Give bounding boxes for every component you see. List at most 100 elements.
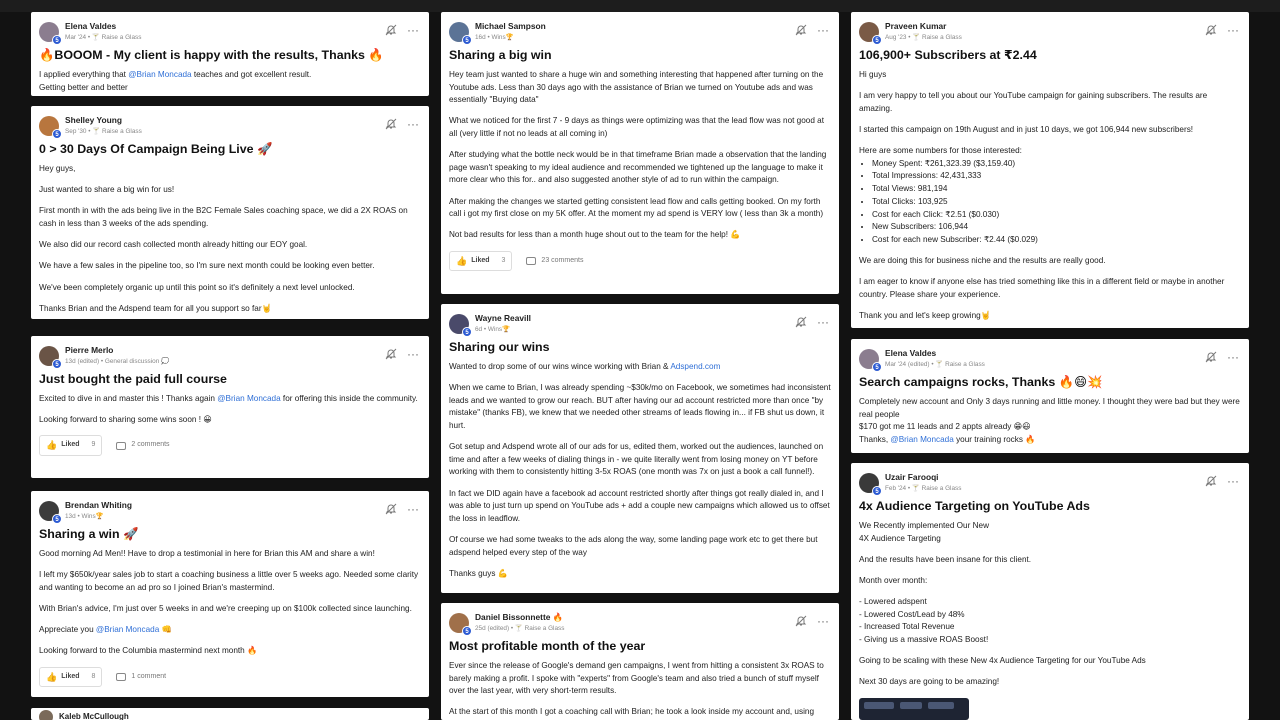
post-text: We've been completely organic up until t… [39, 282, 355, 292]
post-card-shelley[interactable]: 5 Shelley Young Sep '30 • 🍸 Raise a Glas… [31, 106, 429, 319]
author-name[interactable]: Elena Valdes [65, 21, 141, 32]
bell-icon[interactable] [385, 348, 397, 360]
more-options-icon[interactable]: ··· [407, 24, 419, 36]
more-options-icon[interactable]: ··· [817, 316, 829, 328]
avatar[interactable]: 5 [449, 314, 472, 337]
post-text: With Brian's advice, I'm just over 5 wee… [39, 603, 412, 613]
post-title[interactable]: 4x Audience Targeting on YouTube Ads [859, 499, 1241, 514]
mention-link[interactable]: @Brian Moncada [217, 394, 280, 403]
adspend-link[interactable]: Adspend.com [670, 362, 720, 371]
post-text: Wanted to drop some of our wins wince wo… [449, 361, 831, 374]
post-text: When we came to Brian, I was already spe… [449, 383, 831, 430]
bell-icon[interactable] [795, 24, 807, 36]
bell-icon[interactable] [385, 24, 397, 36]
comments-link[interactable]: 1 comment [116, 671, 166, 684]
post-card-wayne[interactable]: 5 Wayne Reavill 6d • Wins🏆 ··· Sharing o… [441, 304, 839, 593]
post-title[interactable]: Most profitable month of the year [449, 639, 831, 654]
author-name[interactable]: Michael Sampson [475, 21, 546, 32]
like-button[interactable]: 👍 Liked 9 [39, 435, 103, 456]
post-title[interactable]: Sharing our wins [449, 340, 831, 355]
text-span: Wanted to drop some of our wins wince wo… [449, 362, 671, 371]
mention-link[interactable]: @Brian Moncada [96, 625, 159, 634]
author-name[interactable]: Brendan Whiting [65, 500, 132, 511]
avatar[interactable]: 5 [39, 22, 62, 45]
bell-icon[interactable] [385, 118, 397, 130]
more-options-icon[interactable]: ··· [1227, 351, 1239, 363]
mention-link[interactable]: @Brian Moncada [890, 435, 953, 444]
mention-link[interactable]: @Brian Moncada [128, 70, 191, 79]
more-options-icon[interactable]: ··· [1227, 475, 1239, 487]
post-title[interactable]: 🔥BOOOM - My client is happy with the res… [39, 48, 421, 63]
post-text: Hey team just wanted to share a huge win… [449, 70, 824, 105]
post-text: $170 got me 11 leads and 2 appts already… [859, 422, 1031, 432]
more-options-icon[interactable]: ··· [817, 24, 829, 36]
bell-icon[interactable] [1205, 351, 1217, 363]
post-title[interactable]: Sharing a big win [449, 48, 831, 63]
author-name[interactable]: Kaleb McCullough [59, 711, 129, 720]
list-item: Money Spent: ₹261,323.39 ($3,159.40) [872, 158, 1241, 171]
text-span: Thanks, [859, 434, 891, 444]
post-card-elena-search[interactable]: 5 Elena Valdes Mar '24 (edited) • 🍸 Rais… [851, 339, 1249, 453]
post-text: 4X Audience Targeting [859, 533, 941, 543]
post-card-elena-booom[interactable]: 5 Elena Valdes Mar '24 • 🍸 Raise a Glass… [31, 12, 429, 96]
like-count[interactable]: 8 [92, 671, 96, 684]
author-name[interactable]: Uzair Farooqi [885, 472, 961, 483]
post-card-uzair[interactable]: 5 Uzair Farooqi Feb '24 • 🍸 Raise a Glas… [851, 463, 1249, 720]
avatar[interactable]: 5 [449, 613, 472, 636]
post-card-michael[interactable]: 5 Michael Sampson 16d • Wins🏆 ··· Sharin… [441, 12, 839, 294]
author-name[interactable]: Pierre Merlo [65, 345, 169, 356]
post-card-kaleb[interactable]: Kaleb McCullough [31, 708, 429, 720]
avatar[interactable] [39, 710, 53, 720]
more-options-icon[interactable]: ··· [1227, 24, 1239, 36]
avatar[interactable]: 5 [859, 349, 882, 372]
list-item: Total Clicks: 103,925 [872, 196, 1241, 209]
avatar[interactable]: 5 [39, 116, 62, 139]
stats-list: Money Spent: ₹261,323.39 ($3,159.40) Tot… [859, 158, 1241, 247]
post-text: Appreciate you @Brian Moncada 👊 [39, 624, 421, 637]
author-name[interactable]: Praveen Kumar [885, 21, 962, 32]
more-options-icon[interactable]: ··· [407, 503, 419, 515]
text-span: 👊 [159, 625, 172, 635]
post-card-praveen[interactable]: 5 Praveen Kumar Aug '23 • 🍸 Raise a Glas… [851, 12, 1249, 328]
like-count[interactable]: 3 [502, 255, 506, 268]
comments-link[interactable]: 23 comments [526, 255, 583, 268]
more-options-icon[interactable]: ··· [817, 615, 829, 627]
like-button[interactable]: 👍 Liked 8 [39, 666, 103, 688]
avatar[interactable]: 5 [449, 22, 472, 45]
post-text: And the results have been insane for thi… [859, 554, 1032, 564]
level-badge: 5 [462, 327, 472, 337]
like-button[interactable]: 👍 Liked 3 [449, 250, 513, 272]
author-name[interactable]: Elena Valdes [885, 348, 985, 359]
comments-link[interactable]: 2 comments [116, 439, 170, 452]
post-card-daniel[interactable]: 5 Daniel Bissonnette 🔥 25d (edited) • 🍸 … [441, 603, 839, 720]
more-options-icon[interactable]: ··· [407, 118, 419, 130]
bell-icon[interactable] [1205, 24, 1217, 36]
post-card-pierre[interactable]: 5 Pierre Merlo 13d (edited) • General di… [31, 336, 429, 478]
post-text: Of course we had some tweaks to the ads … [449, 534, 818, 557]
post-title[interactable]: Just bought the paid full course [39, 372, 421, 387]
post-title[interactable]: 0 > 30 Days Of Campaign Being Live 🚀 [39, 142, 421, 157]
post-card-brendan[interactable]: 5 Brendan Whiting 13d • Wins🏆 ··· Sharin… [31, 491, 429, 697]
level-badge: 5 [872, 486, 882, 496]
attached-screenshot[interactable] [859, 697, 969, 720]
author-name[interactable]: Shelley Young [65, 115, 142, 126]
author-name[interactable]: Daniel Bissonnette 🔥 [475, 612, 564, 623]
post-text: Looking forward to the Columbia mastermi… [39, 646, 258, 656]
more-options-icon[interactable]: ··· [407, 348, 419, 360]
post-title[interactable]: 106,900+ Subscribers at ₹2.44 [859, 48, 1241, 63]
post-title[interactable]: Search campaigns rocks, Thanks 🔥😄💥 [859, 375, 1241, 390]
post-meta: Aug '23 • 🍸 Raise a Glass [885, 34, 962, 41]
bell-icon[interactable] [795, 316, 807, 328]
avatar[interactable]: 5 [39, 501, 62, 524]
avatar[interactable]: 5 [859, 22, 882, 45]
post-text: In fact we DID again have a facebook ad … [449, 488, 830, 523]
post-meta: 25d (edited) • 🍸 Raise a Glass [475, 625, 565, 632]
avatar[interactable]: 5 [859, 473, 882, 496]
bell-icon[interactable] [385, 503, 397, 515]
post-title[interactable]: Sharing a win 🚀 [39, 527, 421, 542]
bell-icon[interactable] [1205, 475, 1217, 487]
bell-icon[interactable] [795, 615, 807, 627]
like-count[interactable]: 9 [92, 439, 96, 452]
author-name[interactable]: Wayne Reavill [475, 313, 531, 324]
avatar[interactable]: 5 [39, 346, 62, 369]
